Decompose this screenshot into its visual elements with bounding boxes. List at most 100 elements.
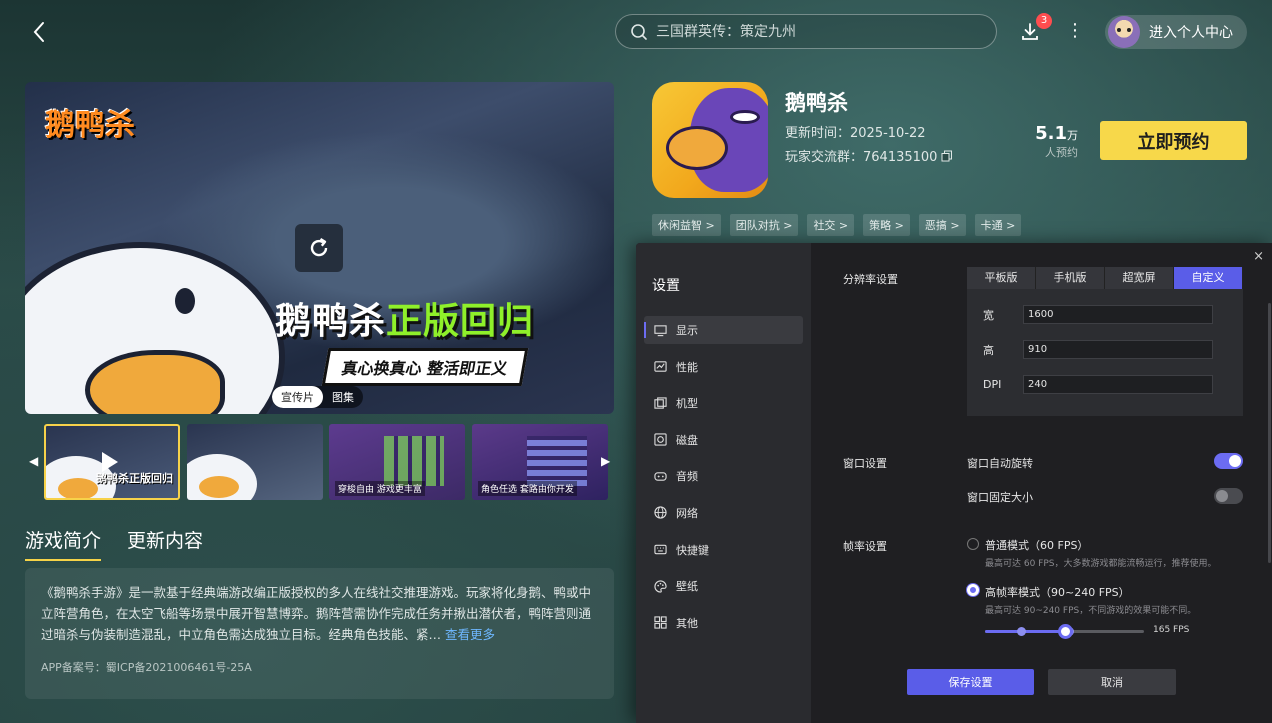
thumb-next-arrow[interactable]: ▶ bbox=[601, 454, 611, 470]
fixed-size-toggle[interactable] bbox=[1214, 488, 1243, 504]
width-input[interactable] bbox=[1023, 305, 1213, 324]
slider-thumb[interactable] bbox=[1057, 624, 1073, 639]
resolution-tabs: 平板版 手机版 超宽屏 自定义 bbox=[967, 267, 1243, 289]
cancel-button[interactable]: 取消 bbox=[1048, 669, 1176, 695]
device-icon bbox=[654, 397, 667, 409]
tag-item[interactable]: 休闲益智 > bbox=[652, 214, 721, 236]
high-fps-label[interactable]: 高帧率模式（90~240 FPS） bbox=[985, 584, 1130, 600]
settings-menu-shortcut[interactable]: 快捷键 bbox=[644, 536, 803, 564]
chevron-left-icon bbox=[33, 22, 44, 42]
user-center-label: 进入个人中心 bbox=[1149, 25, 1233, 41]
tag-item[interactable]: 卡通 > bbox=[974, 214, 1022, 236]
hero-slogan-green: 正版回归 bbox=[386, 301, 535, 342]
settings-menu-network[interactable]: 网络 bbox=[644, 499, 803, 527]
search-bar[interactable] bbox=[615, 14, 997, 49]
search-input[interactable] bbox=[656, 23, 956, 40]
reserve-label: 人预约 bbox=[1045, 146, 1078, 159]
toggle-knob bbox=[1216, 490, 1228, 502]
resolution-custom-panel: 宽 高 DPI bbox=[967, 289, 1243, 416]
thumb-grid-art bbox=[527, 436, 587, 486]
settings-title: 设置 bbox=[652, 278, 680, 294]
replay-icon bbox=[310, 237, 328, 257]
menu-label: 壁纸 bbox=[676, 580, 698, 594]
thumbnail-3[interactable]: 穿梭自由 游戏更丰富 bbox=[329, 424, 465, 500]
media-tabs: 宣传片 图集 bbox=[272, 386, 363, 408]
normal-mode-radio[interactable] bbox=[967, 538, 979, 550]
settings-dialog: 设置 显示 性能 机型 磁盘 音频 网络 快捷键 壁纸 其他 × 分辨率设置 平… bbox=[636, 243, 1272, 723]
replay-button[interactable] bbox=[295, 224, 343, 272]
thumbnail-1[interactable]: 鹅鸭杀正版回归 bbox=[44, 424, 180, 500]
thumbnail-caption: 鹅鸭杀正版回归 bbox=[96, 472, 173, 485]
reserve-count: 5.1万 人预约 bbox=[1034, 123, 1078, 160]
hero-slogan: 鹅鸭杀正版回归 bbox=[275, 292, 534, 344]
settings-menu-display[interactable]: 显示 bbox=[644, 316, 803, 344]
thumb-prev-arrow[interactable]: ◀ bbox=[29, 454, 39, 470]
update-time: 更新时间：2025-10-22 bbox=[785, 126, 926, 141]
avatar bbox=[1108, 16, 1140, 48]
settings-menu-device[interactable]: 机型 bbox=[644, 389, 803, 417]
tab-tablet[interactable]: 平板版 bbox=[967, 267, 1036, 289]
window-label: 窗口设置 bbox=[843, 457, 887, 470]
close-icon[interactable]: × bbox=[1253, 249, 1264, 264]
save-settings-button[interactable]: 保存设置 bbox=[907, 669, 1034, 695]
search-icon bbox=[631, 23, 647, 40]
audio-icon bbox=[654, 472, 667, 481]
app-title: 鹅鸭杀 bbox=[785, 91, 848, 115]
copy-icon[interactable] bbox=[941, 150, 953, 162]
settings-menu-audio[interactable]: 音频 bbox=[644, 462, 803, 490]
settings-scrollbar[interactable] bbox=[1268, 303, 1271, 563]
tab-gallery[interactable]: 图集 bbox=[323, 386, 363, 408]
tag-list: 休闲益智 > 团队对抗 > 社交 > 策略 > 恶搞 > 卡通 > bbox=[652, 214, 1022, 236]
thumbnail-2[interactable] bbox=[187, 424, 323, 500]
menu-label: 快捷键 bbox=[676, 543, 709, 557]
keyboard-icon bbox=[654, 544, 667, 555]
player-group-text: 玩家交流群：764135100 bbox=[785, 150, 938, 165]
high-fps-radio[interactable] bbox=[967, 584, 979, 596]
download-count-badge: 3 bbox=[1036, 13, 1052, 29]
high-fps-hint: 最高可达 90~240 FPS，不同游戏的效果可能不同。 bbox=[985, 606, 1197, 616]
normal-mode-label[interactable]: 普通模式（60 FPS） bbox=[985, 537, 1088, 553]
thumb-grid-art bbox=[384, 436, 444, 486]
icp-number: APP备案号：蜀ICP备2021006461号-25A bbox=[41, 661, 252, 674]
reserve-button[interactable]: 立即预约 bbox=[1100, 121, 1247, 160]
palette-icon bbox=[654, 580, 667, 593]
intro-box: 《鹅鸭杀手游》是一款基于经典端游改编正版授权的多人在线社交推理游戏。玩家将化身鹅… bbox=[25, 568, 614, 699]
settings-menu-wallpaper[interactable]: 壁纸 bbox=[644, 572, 803, 600]
fixed-size-label: 窗口固定大小 bbox=[967, 491, 1033, 504]
back-button[interactable] bbox=[28, 20, 52, 44]
tag-item[interactable]: 团队对抗 > bbox=[729, 214, 799, 236]
app-icon-beak bbox=[666, 126, 728, 170]
tab-ultrawide[interactable]: 超宽屏 bbox=[1105, 267, 1174, 289]
normal-mode-hint: 最高可达 60 FPS，大多数游戏都能流畅运行，推荐使用。 bbox=[985, 559, 1217, 569]
menu-label: 性能 bbox=[676, 360, 698, 374]
see-more-link[interactable]: 查看更多 bbox=[445, 627, 495, 642]
tab-update-content[interactable]: 更新内容 bbox=[127, 526, 203, 561]
auto-rotate-toggle[interactable] bbox=[1214, 453, 1243, 469]
tag-item[interactable]: 策略 > bbox=[863, 214, 910, 236]
play-icon bbox=[102, 452, 118, 472]
tag-item[interactable]: 恶搞 > bbox=[918, 214, 966, 236]
user-center-button[interactable]: 进入个人中心 bbox=[1105, 15, 1247, 49]
more-options-button[interactable]: ⋮ bbox=[1065, 21, 1085, 43]
menu-label: 显示 bbox=[676, 324, 698, 337]
settings-menu-disk[interactable]: 磁盘 bbox=[644, 426, 803, 454]
tab-video[interactable]: 宣传片 bbox=[272, 386, 323, 408]
height-row: 高 bbox=[983, 340, 1213, 359]
tab-custom[interactable]: 自定义 bbox=[1174, 267, 1243, 289]
fps-value: 165 FPS bbox=[1153, 625, 1190, 635]
height-input[interactable] bbox=[1023, 340, 1213, 359]
resolution-label: 分辨率设置 bbox=[843, 273, 898, 286]
reserve-num: 5.1 bbox=[1035, 123, 1067, 144]
tab-phone[interactable]: 手机版 bbox=[1036, 267, 1105, 289]
settings-menu-other[interactable]: 其他 bbox=[644, 609, 803, 637]
disk-icon bbox=[654, 433, 667, 446]
fps-slider[interactable] bbox=[985, 624, 1144, 639]
grid-icon bbox=[654, 616, 667, 629]
menu-label: 网络 bbox=[676, 506, 698, 520]
tab-game-intro[interactable]: 游戏简介 bbox=[25, 526, 102, 561]
thumbnail-4[interactable]: 角色任选 套路由你开发 bbox=[472, 424, 608, 500]
tag-item[interactable]: 社交 > bbox=[807, 214, 855, 236]
dpi-input[interactable] bbox=[1023, 375, 1213, 394]
hero-media[interactable]: 鹅鸭杀 鹅鸭杀正版回归 真心换真心 整活即正义 宣传片 图集 bbox=[25, 82, 614, 414]
settings-menu-performance[interactable]: 性能 bbox=[644, 353, 803, 381]
